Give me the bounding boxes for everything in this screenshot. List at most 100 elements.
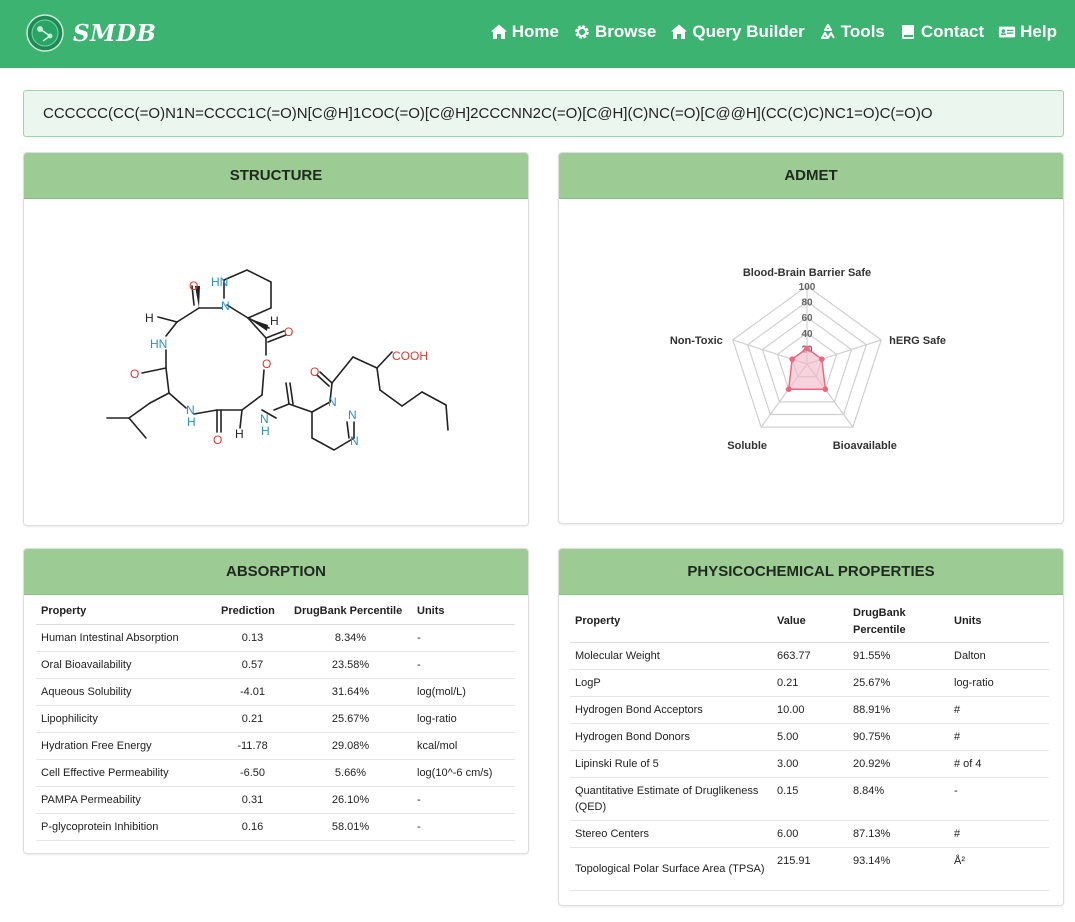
nav-home[interactable]: Home [490, 22, 559, 42]
admet-radar-chart: 10080604020Blood-Brain Barrier SafehERG … [670, 267, 946, 452]
cell-units: Dalton [949, 642, 1049, 670]
atom-label: O [284, 325, 293, 339]
cell-percentile: 8.34% [289, 624, 412, 652]
cell-units: log-ratio [949, 669, 1049, 697]
cell-units: # [949, 696, 1049, 724]
nav-help[interactable]: Help [998, 22, 1057, 42]
bond [223, 269, 272, 319]
navbar: SMDB Home Browse Query Builder Tools Con… [0, 0, 1075, 68]
cell-property: Human Intestinal Absorption [36, 624, 216, 652]
recycle-icon [820, 24, 835, 39]
bond [421, 391, 447, 406]
nav-browse[interactable]: Browse [573, 22, 656, 42]
nav-query-builder-label: Query Builder [692, 22, 805, 41]
main-nav: Home Browse Query Builder Tools Contact … [476, 22, 1057, 42]
col-header-percentile: DrugBank Percentile [289, 598, 412, 625]
atom-label: N [221, 299, 230, 313]
bond [157, 316, 178, 323]
atom-label: COOH [392, 349, 428, 363]
bond [319, 371, 333, 384]
bond [289, 382, 294, 405]
radar-data-point [822, 386, 829, 393]
atom-label: H [270, 314, 279, 328]
cell-percentile: 31.64% [289, 678, 412, 706]
cell-units: Å² [949, 847, 1049, 891]
admet-panel: ADMET 10080604020Blood-Brain Barrier Saf… [558, 152, 1064, 524]
bond [346, 421, 350, 439]
bond [401, 391, 423, 407]
cell-percentile: 58.01% [289, 813, 412, 841]
cell-units: # [949, 820, 1049, 848]
radar-axis-label: hERG Safe [889, 335, 946, 347]
table-row: Quantitative Estimate of Druglikeness (Q… [570, 777, 1049, 821]
cell-percentile: 88.91% [848, 696, 949, 724]
bond [376, 367, 381, 391]
col-header-units: Units [412, 598, 515, 625]
bond [226, 304, 249, 319]
radar-tick-label: 60 [801, 313, 813, 324]
nav-tools-label: Tools [840, 22, 885, 41]
physicochemical-title: PHYSICOCHEMICAL PROPERTIES [559, 549, 1063, 595]
structure-diagram: HN N H O HN O O H N H O H N H O N N N O … [106, 269, 449, 451]
cell-percentile: 26.10% [289, 786, 412, 814]
cell-value: 6.00 [772, 820, 848, 848]
cell-property: Oral Bioavailability [36, 651, 216, 679]
cell-percentile: 25.67% [289, 705, 412, 733]
table-header-row: Property Value DrugBank Percentile Units [570, 602, 1049, 643]
col-header-value: Value [772, 602, 848, 643]
logo-icon [26, 14, 64, 52]
bond [128, 417, 147, 439]
cell-percentile: 5.66% [289, 759, 412, 787]
cell-percentile: 25.67% [848, 669, 949, 697]
cell-property: P-glycoprotein Inhibition [36, 813, 216, 841]
cell-value: 0.15 [772, 777, 848, 821]
radar-data-point [785, 386, 792, 393]
bond [261, 369, 265, 396]
nav-tools[interactable]: Tools [819, 22, 885, 42]
radar-tick-label: 80 [801, 298, 813, 309]
nav-contact[interactable]: Contact [899, 22, 984, 42]
radar-series-area [787, 347, 827, 390]
cell-prediction: 0.13 [216, 624, 289, 652]
atom-label: HN [211, 275, 228, 289]
table-row: Hydrogen Bond Donors 5.00 90.75% # [570, 723, 1049, 751]
table-row: Oral Bioavailability 0.57 23.58% - [36, 651, 515, 679]
cell-property: Stereo Centers [570, 820, 772, 848]
id-card-icon [999, 26, 1016, 38]
atom-label: N [348, 408, 357, 422]
bond [168, 392, 187, 409]
cell-units: - [412, 786, 515, 814]
nav-browse-label: Browse [594, 22, 657, 41]
radar-axis-label: Soluble [727, 440, 767, 452]
table-row: PAMPA Permeability 0.31 26.10% - [36, 786, 515, 814]
cell-units: # of 4 [949, 750, 1049, 778]
radar-data-point [819, 356, 825, 362]
atom-label: O [213, 433, 222, 447]
cell-value: 5.00 [772, 723, 848, 751]
radar-axis-label: Bioavailable [833, 440, 897, 452]
cell-percentile: 91.55% [848, 642, 949, 670]
nav-query-builder[interactable]: Query Builder [670, 22, 805, 42]
nav-contact-label: Contact [920, 22, 985, 41]
cell-units: - [412, 624, 515, 652]
cell-percentile: 87.13% [848, 820, 949, 848]
nav-help-label: Help [1020, 22, 1057, 41]
table-row: Topological Polar Surface Area (TPSA) 215… [570, 847, 1049, 891]
atom-label: N [350, 434, 359, 448]
smiles-string: CCCCCC(CC(=O)N1N=CCCC1C(=O)N[C@H]1COC(=O… [23, 90, 1064, 137]
cell-prediction: -11.78 [216, 732, 289, 760]
atom-label: H [261, 424, 270, 438]
cell-property: Quantitative Estimate of Druglikeness (Q… [570, 777, 772, 821]
physicochemical-panel: PHYSICOCHEMICAL PROPERTIES Property Valu… [558, 548, 1064, 906]
cell-value: 3.00 [772, 750, 848, 778]
bond [376, 351, 393, 369]
bond [193, 409, 218, 415]
brand[interactable]: SMDB [26, 14, 156, 52]
cell-percentile: 93.14% [848, 847, 949, 891]
cell-units: log(mol/L) [412, 678, 515, 706]
bond [352, 356, 378, 369]
col-header-property: Property [36, 598, 216, 625]
cell-property: PAMPA Permeability [36, 786, 216, 814]
cell-prediction: -4.01 [216, 678, 289, 706]
cell-value: 663.77 [772, 642, 848, 670]
